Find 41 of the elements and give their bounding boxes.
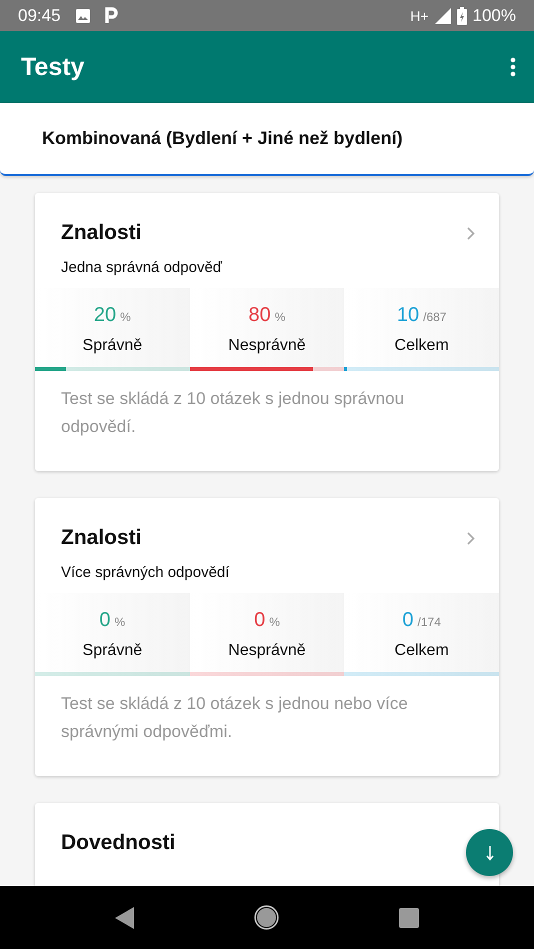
- stat-value: 0: [254, 609, 266, 632]
- stat-unit: /174: [418, 615, 441, 629]
- stat-value: 10: [396, 304, 420, 327]
- card-title: Dovednosti: [61, 831, 176, 855]
- image-icon: [74, 8, 91, 24]
- signal-icon: [434, 8, 451, 24]
- recents-icon[interactable]: [399, 908, 419, 928]
- clock: 09:45: [18, 6, 61, 26]
- card-title: Znalosti: [61, 221, 143, 245]
- home-icon[interactable]: [254, 905, 279, 930]
- back-icon[interactable]: [115, 906, 134, 928]
- stat-unit: %: [114, 615, 126, 629]
- stat-unit: %: [120, 310, 131, 324]
- stat-label: Nesprávně: [228, 337, 306, 355]
- card-description: Test se skládá z 10 otázek s jednou nebo více správnými odpověďmi.: [60, 693, 409, 743]
- category-selector[interactable]: Kombinovaná (Bydlení + Jiné než bydlení): [0, 103, 534, 176]
- test-card[interactable]: Znalosti Více správných odpovědí 0 % Správně 0 % Nesprávně 0 /174 Celkem Test se skládá z 10 otázek s jednou nebo více správnými odpověďmi.: [35, 498, 499, 776]
- card-title: Znalosti: [61, 526, 143, 550]
- stat-unit: /687: [423, 310, 446, 324]
- card-subtitle: Více správných odpovědí: [60, 563, 230, 581]
- battery-icon: [456, 6, 467, 24]
- test-card[interactable]: Znalosti Jedna správná odpověď 20 % Správně 80 % Nesprávně 10 /687 Celkem Test se skládá z 10 otázek s jednou správnou odpovědí.: [35, 193, 499, 471]
- stat-label: Nesprávně: [228, 642, 306, 660]
- stat-value: 20: [94, 304, 116, 327]
- stat-label: Celkem: [394, 337, 449, 355]
- stat-value: 0: [99, 609, 111, 632]
- app-title: Testy: [21, 52, 86, 82]
- test-card[interactable]: Dovednosti: [35, 803, 499, 886]
- battery-level: 100%: [472, 6, 516, 26]
- network-type: H+: [410, 8, 429, 24]
- stat-unit: %: [269, 615, 280, 629]
- stat-label: Celkem: [394, 642, 449, 660]
- stat-value: 0: [402, 609, 414, 632]
- card-description: Test se skládá z 10 otázek s jednou správnou odpovědí.: [60, 388, 406, 438]
- stat-value: 80: [248, 304, 271, 327]
- card-subtitle: Jedna správná odpověď: [60, 258, 224, 276]
- stat-label: Správně: [82, 642, 142, 660]
- stat-unit: %: [274, 310, 286, 324]
- arrow-down-icon: [486, 844, 494, 860]
- parking-icon: [104, 7, 119, 24]
- stat-label: Správně: [82, 337, 142, 355]
